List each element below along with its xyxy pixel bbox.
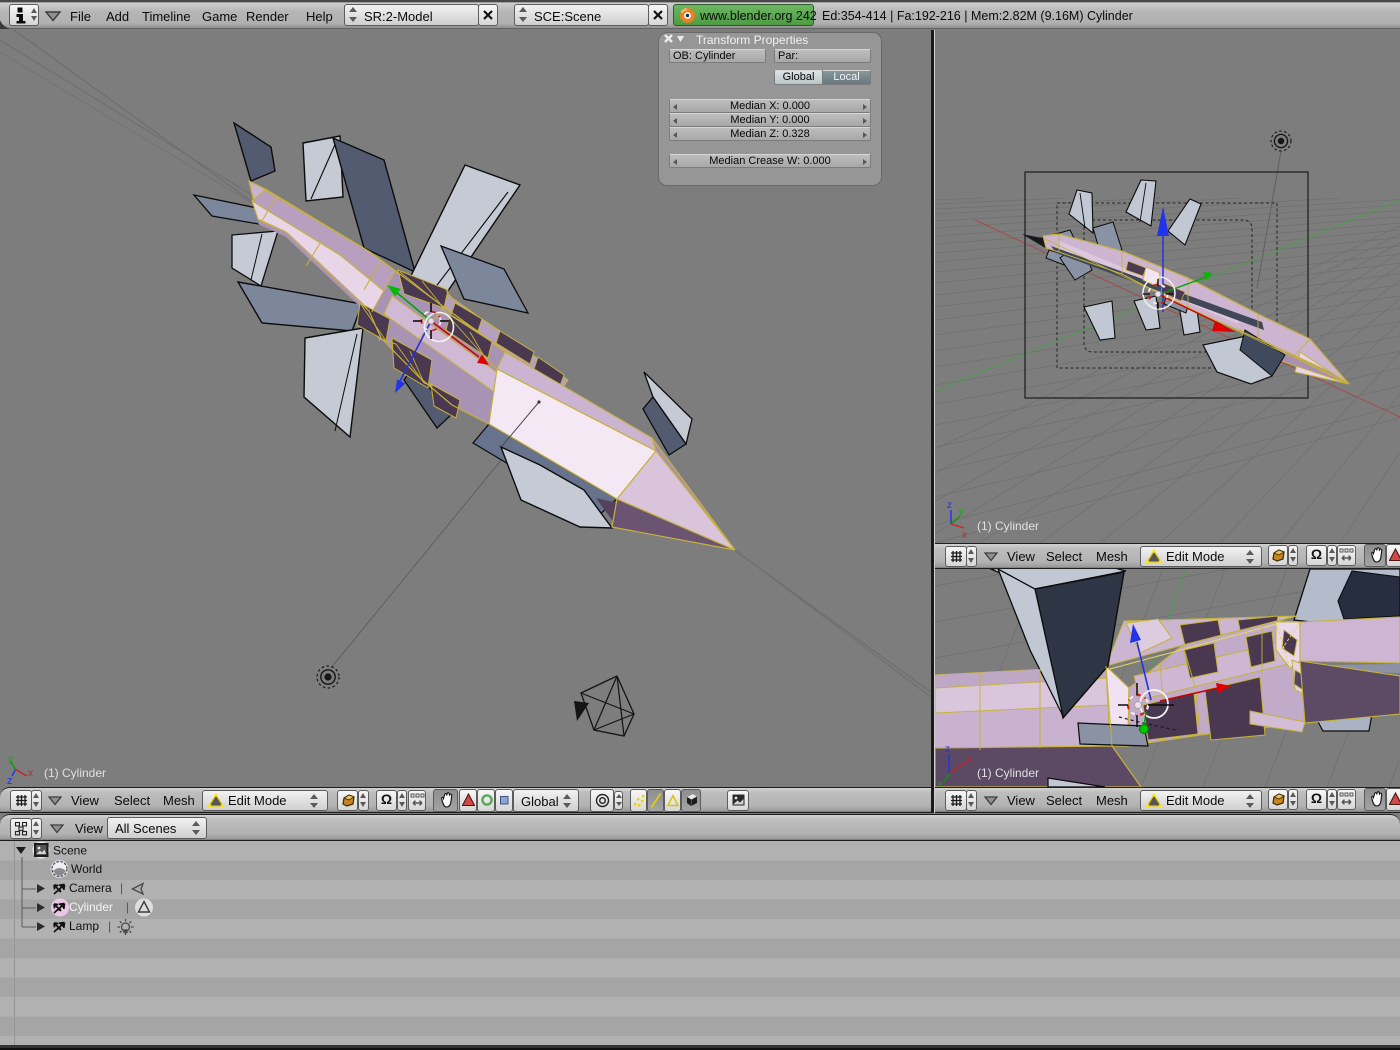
svg-text:Lamp: Lamp xyxy=(69,919,99,933)
svg-text:y: y xyxy=(959,506,964,516)
svg-text:Cylinder: Cylinder xyxy=(69,900,113,914)
svg-text:x: x xyxy=(967,754,972,765)
svg-text:Scene: Scene xyxy=(53,844,87,858)
svg-text:z: z xyxy=(7,775,13,787)
svg-text:|: | xyxy=(126,900,129,914)
svg-text:(1) Cylinder: (1) Cylinder xyxy=(977,519,1039,533)
svg-text:(1) Cylinder: (1) Cylinder xyxy=(44,766,106,780)
svg-text:Camera: Camera xyxy=(69,881,112,895)
svg-text:y: y xyxy=(8,754,13,765)
svg-text:z: z xyxy=(945,744,950,755)
svg-text:World: World xyxy=(71,862,102,876)
svg-text:(1) Cylinder: (1) Cylinder xyxy=(977,766,1039,780)
svg-text:|: | xyxy=(108,919,111,933)
svg-text:|: | xyxy=(120,881,123,895)
svg-text:x: x xyxy=(962,530,967,541)
svg-text:z: z xyxy=(947,500,952,511)
svg-text:y: y xyxy=(938,778,943,787)
svg-text:x: x xyxy=(28,768,33,779)
